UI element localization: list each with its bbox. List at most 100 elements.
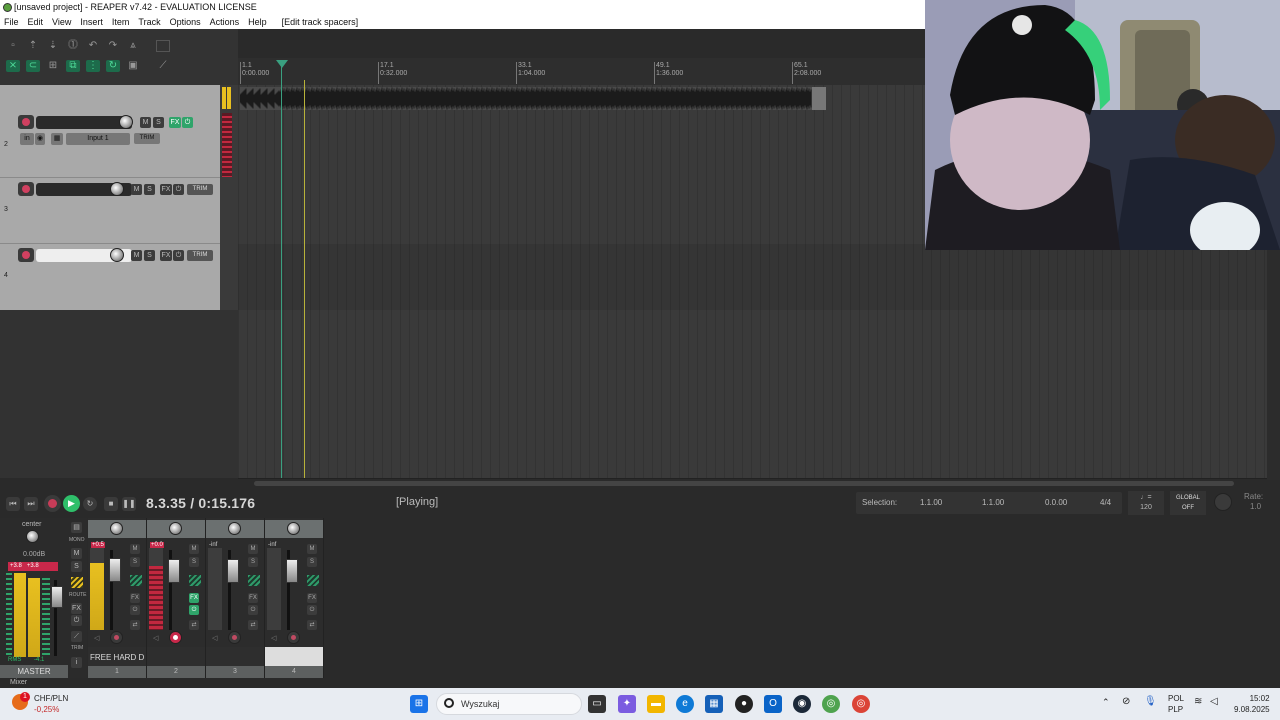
master-mono-button[interactable]: MONO [69, 537, 85, 543]
mute-button[interactable]: M [131, 250, 142, 261]
save-project-icon[interactable]: ⇣ [46, 40, 60, 52]
trim-button[interactable]: TRIM [187, 250, 213, 261]
master-mute-button[interactable]: M [71, 548, 82, 559]
master-envelope-icon[interactable]: ⟋ [71, 631, 82, 642]
chrome-icon[interactable]: ◎ [852, 695, 870, 713]
time-display[interactable]: 8.3.35 / 0:15.176 [146, 495, 255, 511]
menu-file[interactable]: File [4, 15, 19, 29]
lock-icon[interactable]: ▣ [126, 60, 140, 72]
solo-button[interactable]: S [153, 117, 164, 128]
volume-knob[interactable] [110, 248, 124, 262]
network-offline-icon[interactable]: ⊘ [1122, 696, 1130, 707]
track-panel-empty-area[interactable] [0, 310, 238, 478]
edge-browser-icon[interactable]: e [676, 695, 694, 713]
arrange-track-lane[interactable] [238, 244, 1280, 310]
project-settings-icon[interactable]: ⓵ [66, 40, 80, 52]
fx-bypass-icon[interactable]: ⏻ [307, 605, 317, 615]
automation-mode-icon[interactable] [189, 575, 201, 586]
record-arm-button[interactable] [287, 631, 300, 644]
file-explorer-icon[interactable]: ▬ [647, 695, 665, 713]
pan-knob[interactable] [169, 522, 182, 535]
audio-item-fade-out[interactable] [812, 87, 826, 110]
volume-fader[interactable] [109, 558, 121, 582]
mute-button[interactable]: M [131, 184, 142, 195]
toolbar-blank-icon[interactable] [156, 40, 170, 52]
trim-button[interactable]: TRIM [134, 133, 160, 144]
undo-icon[interactable]: ↶ [86, 40, 100, 52]
menu-track[interactable]: Track [138, 15, 160, 29]
routing-icon[interactable]: ⇄ [130, 620, 140, 630]
wifi-icon[interactable]: ≋ [1194, 696, 1202, 707]
fx-button[interactable]: FX [307, 593, 317, 603]
record-mode-icon[interactable]: ▦ [51, 133, 63, 145]
outlook-icon[interactable]: O [764, 695, 782, 713]
trim-button[interactable]: TRIM [187, 184, 213, 195]
automation-mode-icon[interactable] [307, 575, 319, 586]
fx-button[interactable]: FX [130, 593, 140, 603]
strip-name[interactable]: FREE HARD D [88, 647, 146, 666]
mute-button[interactable]: M [248, 544, 258, 554]
record-arm-button[interactable] [228, 631, 241, 644]
horizontal-scroll-thumb[interactable] [254, 481, 1234, 486]
solo-button[interactable]: S [307, 557, 317, 567]
edit-cursor-marker-icon[interactable] [276, 60, 288, 68]
track-header[interactable]: 4 M S FX ⏻ TRIM [0, 244, 220, 310]
master-trim-button[interactable]: TRIM [71, 645, 83, 651]
pan-knob[interactable] [110, 522, 123, 535]
fx-bypass-icon[interactable]: ⏻ [189, 605, 199, 615]
automation-mode-icon[interactable] [130, 575, 142, 586]
fx-bypass-button[interactable]: ⏻ [173, 250, 184, 261]
mute-button[interactable]: M [307, 544, 317, 554]
routing-icon[interactable]: ⇄ [248, 620, 258, 630]
fx-bypass-button[interactable]: ⏻ [173, 184, 184, 195]
steam-icon[interactable]: ◉ [793, 695, 811, 713]
grid-snap-icon[interactable]: ⨯ [6, 60, 20, 72]
menu-insert[interactable]: Insert [80, 15, 103, 29]
selection-length[interactable]: 0.0.00 [1045, 498, 1067, 507]
track-header[interactable]: 2 M S FX ⏻ in ◉ ▦ Input 1 TRIM [0, 107, 220, 178]
fx-button[interactable]: FX [169, 117, 181, 128]
microsoft-store-icon[interactable]: ▦ [705, 695, 723, 713]
audio-item[interactable] [240, 87, 826, 110]
record-monitor-icon[interactable]: ◉ [35, 133, 45, 145]
volume-knob[interactable] [110, 182, 124, 196]
solo-button[interactable]: S [130, 557, 140, 567]
volume-fader[interactable] [168, 559, 180, 583]
record-arm-button[interactable] [18, 182, 34, 196]
menu-options[interactable]: Options [170, 15, 201, 29]
master-mono-icon[interactable]: ▤ [71, 522, 82, 533]
master-fx-button[interactable]: FX [71, 603, 82, 614]
menu-edit[interactable]: Edit [28, 15, 44, 29]
solo-button[interactable]: S [248, 557, 258, 567]
menu-help[interactable]: Help [248, 15, 267, 29]
redo-icon[interactable]: ↷ [106, 40, 120, 52]
master-route-button[interactable]: ROUTE [69, 592, 87, 598]
mixer-docker-tab[interactable]: Mixer [0, 678, 40, 688]
stop-icon[interactable]: ■ [104, 497, 118, 511]
envelope-tool-icon[interactable]: ⟋ [156, 60, 170, 72]
strip-name[interactable] [265, 647, 323, 666]
master-automation-icon[interactable] [71, 577, 83, 588]
selection-box[interactable]: Selection: 1.1.00 1.1.00 0.0.00 4/4 [856, 492, 1122, 514]
timeline-ruler[interactable]: 1.1 0:00.000 17.1 0:32.000 33.1 1:04.000 49… [238, 58, 925, 85]
menu-item[interactable]: Item [112, 15, 130, 29]
solo-button[interactable]: S [189, 557, 199, 567]
fx-bypass-button[interactable]: ⏻ [182, 117, 193, 128]
loop-points-link-icon[interactable]: ↻ [106, 60, 120, 72]
volume-icon[interactable]: ◁ [1210, 696, 1218, 707]
global-automation-button[interactable]: GLOBAL OFF [1170, 491, 1206, 515]
strip-name[interactable] [147, 647, 205, 666]
master-info-icon[interactable]: i [71, 657, 82, 668]
go-to-start-icon[interactable]: ⏮ [6, 497, 20, 511]
master-pan-knob[interactable] [26, 530, 39, 543]
taskbar-search[interactable]: Wyszukaj [436, 693, 582, 715]
ripple-edit-icon[interactable]: ⊂ [26, 60, 40, 72]
fx-button[interactable]: FX [160, 184, 172, 195]
pan-knob[interactable] [228, 522, 241, 535]
language-indicator[interactable]: POL PLP [1168, 693, 1184, 715]
snap-grid-icon[interactable]: ⋮ [86, 60, 100, 72]
volume-knob[interactable] [119, 115, 133, 129]
reaper-taskbar-icon[interactable]: ● [735, 695, 753, 713]
record-button[interactable] [44, 495, 61, 512]
horizontal-scrollbar[interactable] [238, 478, 1280, 488]
